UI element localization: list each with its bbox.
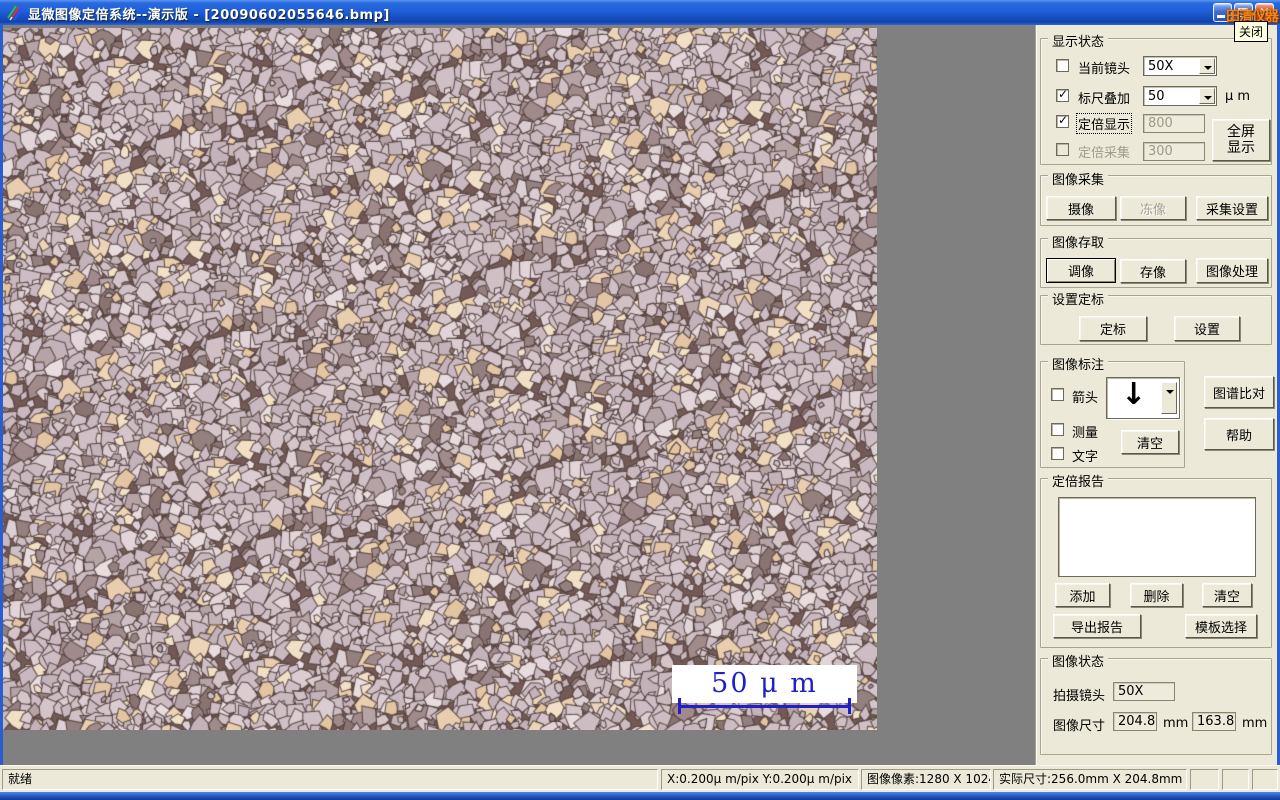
image-width-field: 204.8 (1113, 712, 1157, 731)
arrow-label: 箭头 (1072, 391, 1099, 406)
text-checkbox[interactable] (1051, 447, 1064, 460)
micrograph-canvas (3, 28, 877, 730)
calibrate-button[interactable]: 定标 (1079, 316, 1147, 341)
calibration-title: 设置定标 (1048, 289, 1109, 308)
control-panel: 显示状态 当前镜头 50X 标尺叠加 50 μ m 定倍显示 800 定倍采集 … (1035, 25, 1277, 765)
height-unit-label: mm (1242, 716, 1268, 731)
fullscreen-button[interactable]: 全屏 显示 (1212, 119, 1270, 161)
freeze-button: 冻像 (1120, 196, 1186, 220)
scale-overlay-checkbox[interactable] (1056, 89, 1069, 102)
image-status-group (1040, 658, 1272, 755)
load-image-button[interactable]: 调像 (1046, 258, 1116, 283)
close-tooltip: 关闭 (1234, 21, 1269, 42)
scale-unit-label: μ m (1225, 89, 1251, 104)
chevron-down-icon[interactable] (1199, 58, 1215, 74)
status-spare-2 (1222, 769, 1249, 790)
width-unit-label: mm (1163, 716, 1189, 731)
down-arrow-icon: ↓ (1121, 377, 1147, 412)
fixed-capture-checkbox (1056, 143, 1069, 156)
fixed-capture-label: 定倍采集 (1078, 146, 1131, 161)
app-window: 显微图像定倍系统--演示版 - [20090602055646.bmp] × 田… (0, 0, 1280, 800)
fixed-display-checkbox[interactable] (1056, 115, 1069, 128)
image-status-title: 图像状态 (1048, 651, 1109, 670)
add-button[interactable]: 添加 (1055, 583, 1110, 607)
fixed-capture-field: 300 (1143, 142, 1205, 161)
titlebar[interactable]: 显微图像定倍系统--演示版 - [20090602055646.bmp] × 田… (0, 0, 1280, 25)
text-label: 文字 (1072, 450, 1099, 465)
scalebar-tick-right (848, 698, 851, 714)
help-button[interactable]: 帮助 (1204, 418, 1274, 450)
scalebar-label: 50 μ m (672, 665, 857, 703)
chevron-down-icon[interactable] (1161, 382, 1177, 414)
current-lens-combo[interactable]: 50X (1143, 56, 1217, 76)
lens-label: 拍摄镜头 (1053, 689, 1106, 704)
delete-button[interactable]: 删除 (1130, 583, 1183, 607)
save-image-button[interactable]: 存像 (1120, 259, 1186, 283)
scalebar-line (678, 705, 851, 708)
settings-button[interactable]: 设置 (1174, 316, 1240, 341)
current-lens-label: 当前镜头 (1078, 62, 1131, 77)
image-capture-title: 图像采集 (1048, 169, 1109, 188)
arrow-style-combo[interactable]: ↓ (1106, 377, 1180, 419)
camera-button[interactable]: 摄像 (1046, 196, 1116, 220)
arrow-checkbox[interactable] (1051, 388, 1064, 401)
report-listbox[interactable] (1058, 497, 1256, 577)
annotation-title: 图像标注 (1048, 354, 1109, 373)
lens-value-field: 50X (1113, 682, 1175, 701)
image-storage-title: 图像存取 (1048, 232, 1109, 251)
app-icon (6, 4, 23, 21)
export-report-button[interactable]: 导出报告 (1053, 614, 1141, 638)
image-processing-button[interactable]: 图像处理 (1196, 258, 1268, 283)
fixed-display-label: 定倍显示 (1075, 113, 1133, 134)
capture-settings-button[interactable]: 采集设置 (1196, 196, 1268, 220)
scalebar-tick-left (678, 698, 681, 714)
current-lens-checkbox[interactable] (1056, 59, 1069, 72)
window-title: 显微图像定倍系统--演示版 - [20090602055646.bmp] (28, 8, 390, 23)
status-spare-3 (1252, 769, 1278, 790)
report-title: 定倍报告 (1048, 471, 1109, 490)
scale-overlay-label: 标尺叠加 (1078, 92, 1131, 107)
status-pixels: 图像像素:1280 X 1024 (861, 769, 991, 790)
clear-report-button[interactable]: 清空 (1202, 583, 1252, 607)
measure-checkbox[interactable] (1051, 423, 1064, 436)
atlas-compare-button[interactable]: 图谱比对 (1204, 376, 1274, 408)
display-status-title: 显示状态 (1048, 31, 1109, 50)
template-select-button[interactable]: 模板选择 (1185, 614, 1257, 638)
status-size: 实际尺寸:256.0mm X 204.8mm (993, 769, 1187, 790)
window-bottom-border (0, 792, 1280, 800)
chevron-down-icon[interactable] (1199, 88, 1215, 104)
micrograph-image[interactable]: 50 μ m (3, 28, 877, 730)
minimize-icon (1217, 15, 1225, 18)
fixed-display-field: 800 (1143, 114, 1205, 133)
status-scale: X:0.200μ m/pix Y:0.200μ m/pix (661, 769, 859, 790)
scale-value-combo[interactable]: 50 (1143, 86, 1217, 106)
measure-label: 测量 (1072, 426, 1099, 441)
clear-annotation-button[interactable]: 清空 (1121, 430, 1179, 454)
status-ready: 就绪 (2, 769, 658, 790)
image-height-field: 163.8 (1192, 712, 1236, 731)
status-spare-1 (1190, 769, 1219, 790)
statusbar: 就绪 X:0.200μ m/pix Y:0.200μ m/pix 图像像素:12… (0, 765, 1280, 792)
image-size-label: 图像尺寸 (1053, 719, 1106, 734)
